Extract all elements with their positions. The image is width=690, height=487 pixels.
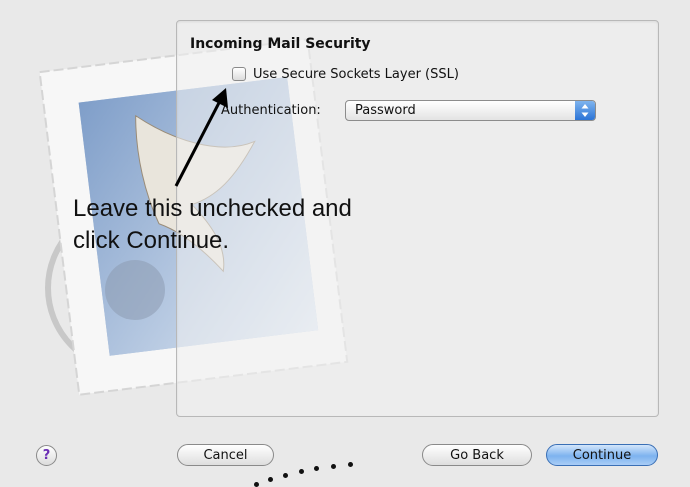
pointer-dot (254, 482, 259, 487)
authentication-popup[interactable]: Password (345, 100, 596, 121)
ssl-option-row[interactable]: Use Secure Sockets Layer (SSL) (232, 65, 459, 83)
authentication-label: Authentication: (221, 103, 321, 118)
ssl-checkbox-label[interactable]: Use Secure Sockets Layer (SSL) (253, 67, 459, 82)
pointer-dot (299, 469, 304, 474)
instruction-annotation: Leave this unchecked and click Continue. (73, 193, 493, 257)
cancel-button[interactable]: Cancel (177, 444, 274, 466)
continue-button[interactable]: Continue (546, 444, 658, 466)
help-icon[interactable]: ? (36, 445, 57, 466)
pointer-dot (268, 477, 273, 482)
section-title: Incoming Mail Security (190, 36, 371, 52)
pointer-dot (331, 464, 336, 469)
go-back-button[interactable]: Go Back (422, 444, 532, 466)
annotation-line-2: click Continue. (73, 227, 230, 254)
pointer-dot (283, 473, 288, 478)
popup-arrows-icon[interactable] (575, 101, 595, 120)
pointer-dot (348, 462, 353, 467)
pointer-dot (314, 466, 319, 471)
ssl-checkbox[interactable] (232, 67, 246, 81)
authentication-popup-value: Password (355, 103, 416, 118)
annotation-line-1: Leave this unchecked and (73, 195, 352, 222)
